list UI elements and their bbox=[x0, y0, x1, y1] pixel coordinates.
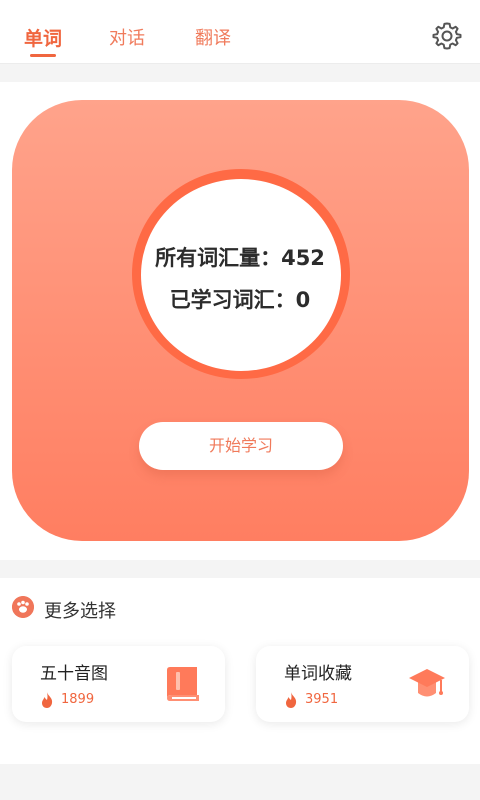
stats-circle bbox=[141, 179, 341, 371]
active-tab-indicator bbox=[30, 54, 56, 57]
flame-icon bbox=[286, 692, 297, 708]
card-word-favorites[interactable]: 单词收藏 3951 bbox=[256, 646, 469, 722]
card-count: 1899 bbox=[61, 692, 95, 707]
start-learning-button[interactable]: 开始学习 bbox=[139, 422, 343, 470]
paw-icon bbox=[12, 596, 34, 618]
graduation-cap-icon bbox=[409, 669, 445, 697]
card-title: 单词收藏 bbox=[284, 664, 352, 684]
tab-translate[interactable]: 翻译 bbox=[195, 24, 231, 50]
gear-icon[interactable] bbox=[432, 21, 462, 51]
learned-vocabulary-text: 已学习词汇：0 bbox=[169, 288, 311, 312]
top-navigation-bar: 单词 对话 翻译 bbox=[0, 0, 480, 64]
tab-dialogue[interactable]: 对话 bbox=[109, 24, 145, 50]
card-fifty-sounds[interactable]: 五十音图 1899 bbox=[12, 646, 225, 722]
more-options-title: 更多选择 bbox=[44, 601, 116, 622]
tab-words[interactable]: 单词 bbox=[24, 24, 62, 51]
card-count: 3951 bbox=[305, 692, 339, 707]
flame-icon bbox=[42, 692, 53, 708]
card-title: 五十音图 bbox=[40, 664, 108, 684]
book-icon bbox=[167, 667, 199, 701]
total-vocabulary-text: 所有词汇量：452 bbox=[155, 246, 325, 270]
